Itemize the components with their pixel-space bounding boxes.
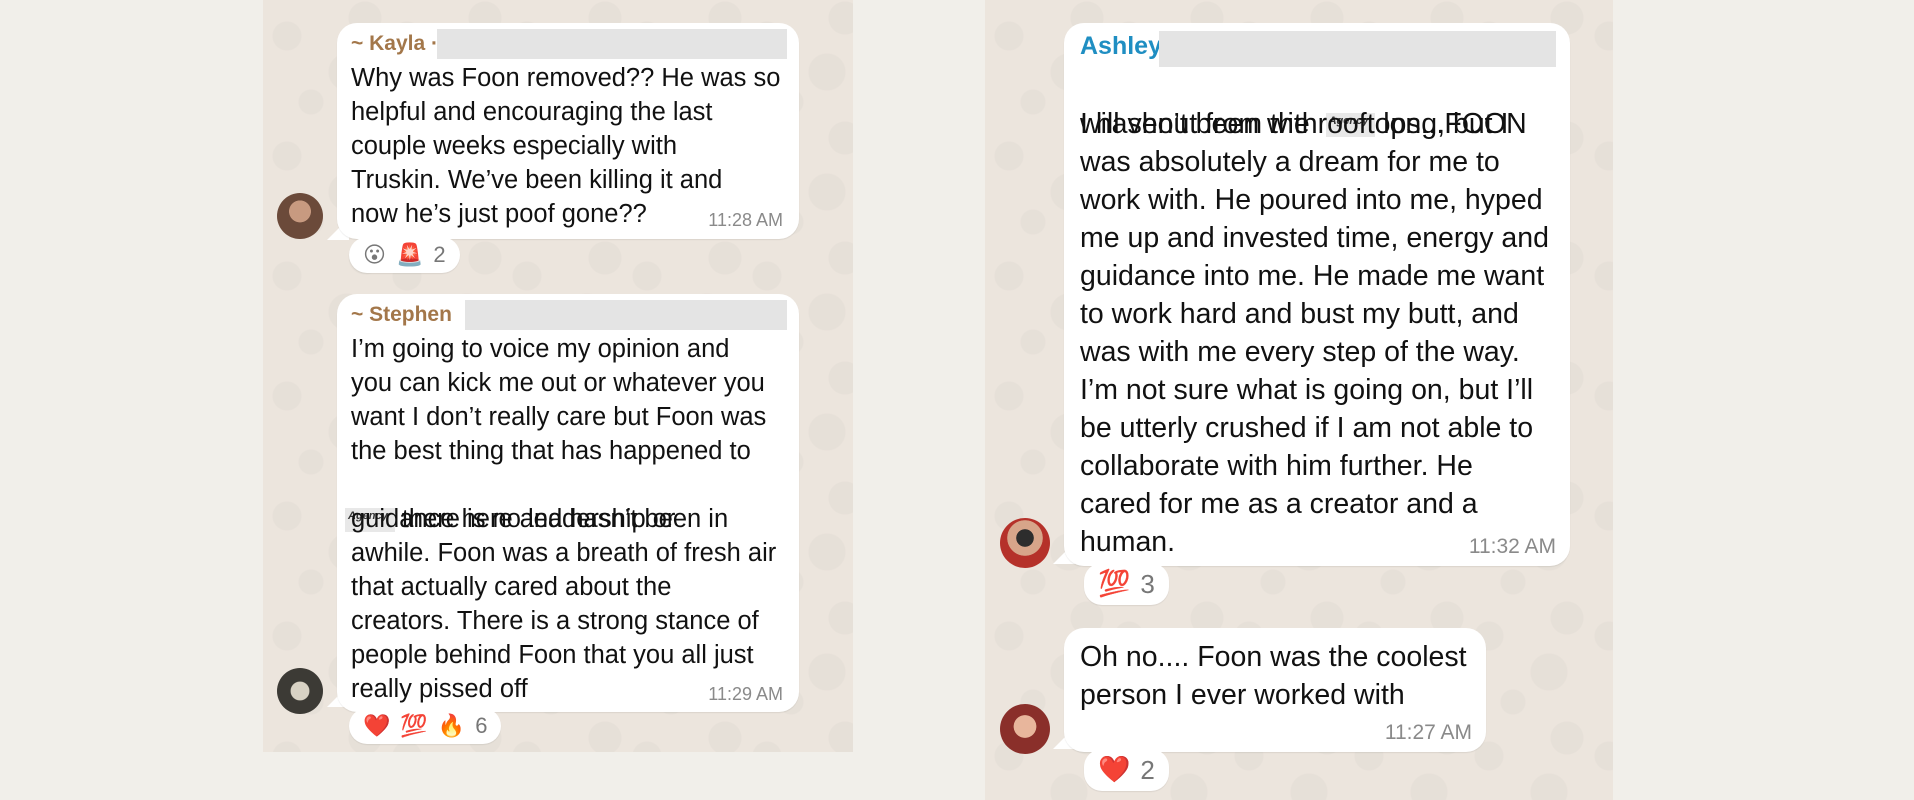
siren-emoji-icon: 🚨 — [395, 242, 424, 268]
message-time: 11:29 AM — [708, 684, 783, 704]
surprised-emoji-icon: 😮 — [363, 242, 386, 268]
chat-panel-right: Ashley ( I haven’t been with Agency long… — [985, 0, 1613, 800]
reaction-count: 2 — [433, 242, 446, 267]
message-time: 11:28 AM — [708, 210, 783, 230]
redacted-name-block — [1159, 31, 1556, 67]
avatar-stephen[interactable] — [277, 668, 323, 714]
message-text: guidance here and hasn’t been in awhile.… — [351, 505, 777, 703]
redacted-name-block — [437, 29, 787, 59]
reactions-bar[interactable]: 💯 3 — [1084, 563, 1169, 605]
message-text: Why was Foon removed?? He was so helpful… — [351, 64, 781, 228]
message-time: 11:27 AM — [1384, 721, 1472, 744]
avatar-sender[interactable] — [1000, 704, 1050, 754]
message-bubble-other[interactable]: Oh no.... Foon was the coolest person I … — [1064, 628, 1486, 752]
reactions-bar[interactable]: 😮 🚨 2 — [349, 237, 460, 273]
message-time: 11:32 AM — [1468, 535, 1556, 558]
message-bubble-ashley[interactable]: Ashley ( I haven’t been with Agency long… — [1064, 23, 1570, 566]
heart-emoji-icon: ❤️ — [1098, 755, 1131, 785]
message-bubble-stephen[interactable]: ~ Stephen I’m going to voice my opinion … — [337, 294, 799, 712]
sender-name[interactable]: ~ Kayla · — [351, 32, 438, 56]
reaction-count: 3 — [1140, 568, 1155, 599]
avatar-kayla[interactable] — [277, 193, 323, 239]
reactions-bar[interactable]: ❤️ 2 — [1084, 749, 1169, 791]
hundred-emoji-icon: 💯 — [1098, 569, 1131, 599]
heart-emoji-icon: ❤️ — [363, 713, 391, 739]
message-bubble-kayla[interactable]: ~ Kayla · Why was Foon removed?? He was … — [337, 23, 799, 239]
redacted-name-block — [465, 300, 787, 330]
message-text: will shout from the rooftops...FOON was … — [1080, 108, 1549, 558]
avatar-ashley[interactable] — [1000, 518, 1050, 568]
reaction-count: 2 — [1140, 754, 1155, 785]
message-text: I’m going to voice my opinion and you ca… — [351, 335, 767, 465]
sender-name[interactable]: ~ Stephen — [351, 303, 452, 327]
fire-emoji-icon: 🔥 — [437, 713, 466, 739]
reaction-count: 6 — [475, 713, 488, 738]
hundred-emoji-icon: 💯 — [400, 713, 428, 739]
chat-panel-left: ~ Kayla · Why was Foon removed?? He was … — [263, 0, 853, 752]
reactions-bar[interactable]: ❤️ 💯 🔥 6 — [349, 708, 502, 744]
message-text: Oh no.... Foon was the coolest person I … — [1080, 641, 1467, 711]
